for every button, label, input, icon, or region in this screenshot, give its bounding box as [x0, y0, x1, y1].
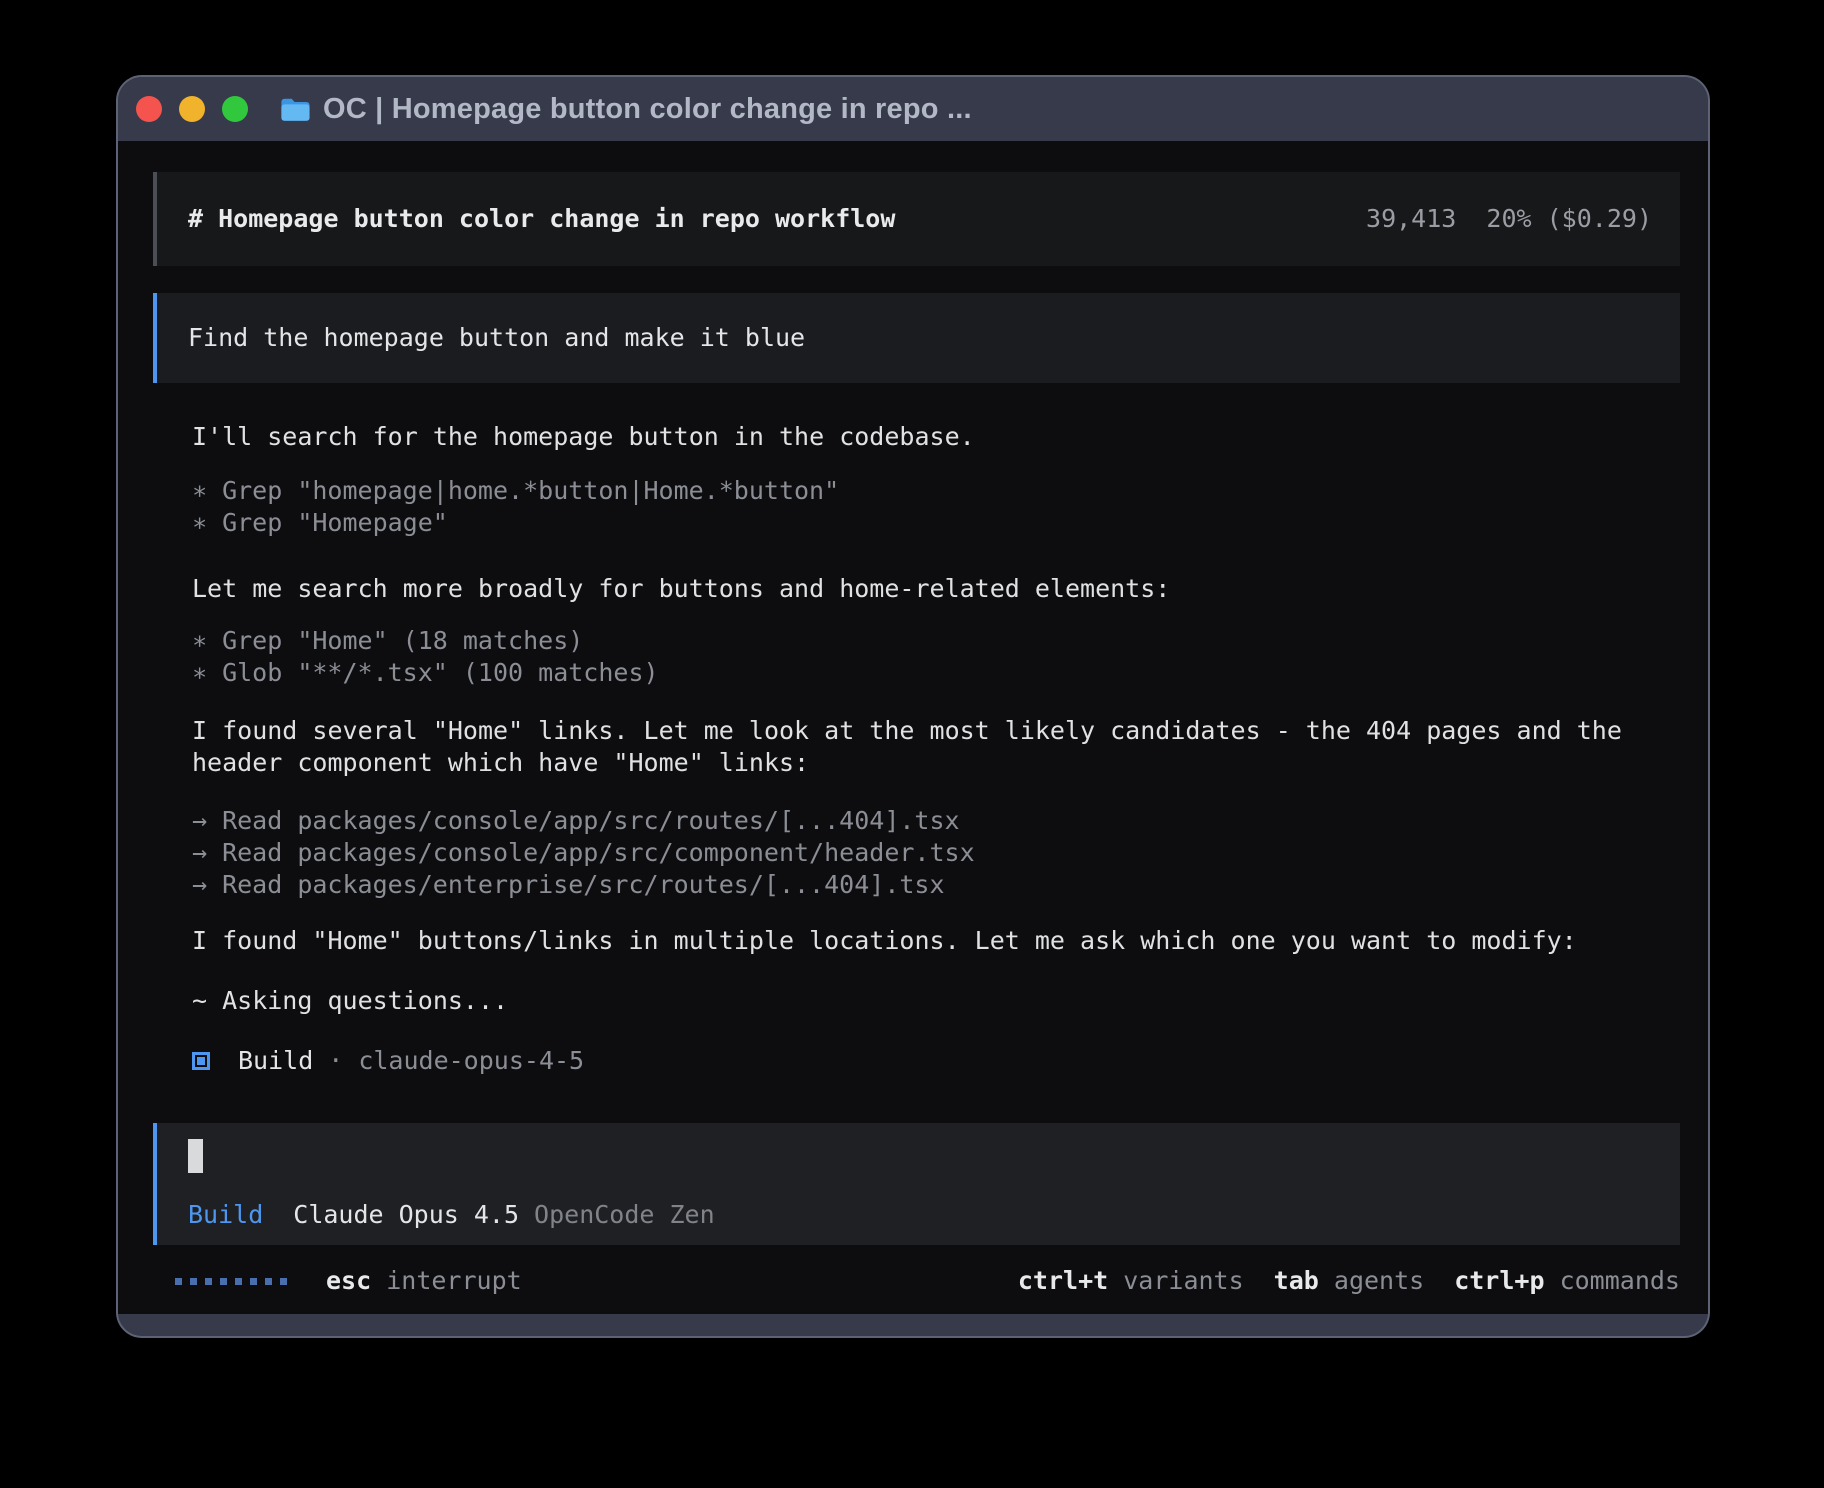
bullet-icon: ∗	[192, 507, 207, 539]
assistant-text: I found several "Home" links. Let me loo…	[192, 715, 1684, 779]
title-group: OC | Homepage button color change in rep…	[280, 93, 972, 126]
square-icon	[192, 1052, 210, 1070]
user-message: Find the homepage button and make it blu…	[153, 293, 1680, 383]
session-header: # Homepage button color change in repo w…	[153, 172, 1680, 266]
provider-name: OpenCode Zen	[534, 1199, 715, 1231]
tool-call-text: Read packages/console/app/src/routes/[..…	[222, 805, 960, 837]
bullet-icon: ∗	[192, 625, 207, 657]
minimize-button[interactable]	[179, 96, 205, 122]
tool-call-text: Read packages/enterprise/src/routes/[...…	[222, 869, 944, 901]
window-titlebar[interactable]: OC | Homepage button color change in rep…	[118, 77, 1708, 141]
tool-call-text: Grep "homepage|home.*button|Home.*button…	[222, 475, 839, 507]
mode-label: Build	[188, 1199, 263, 1231]
window-title: OC | Homepage button color change in rep…	[323, 93, 972, 126]
model-name: Claude Opus 4.5	[293, 1199, 519, 1231]
tool-call-text: Glob "**/*.tsx" (100 matches)	[222, 657, 659, 689]
tool-call-line: ∗ Grep "homepage|home.*button|Home.*butto…	[192, 475, 1684, 507]
status-bar: esc interrupt ctrl+t variants tab agents…	[153, 1263, 1680, 1299]
tool-call-text: Grep "Home" (18 matches)	[222, 625, 583, 657]
text-cursor	[188, 1139, 203, 1173]
assistant-text: Let me search more broadly for buttons a…	[192, 573, 1684, 605]
status-bar-right: ctrl+t variants tab agents ctrl+p comman…	[988, 1265, 1680, 1297]
tool-call-line: → Read packages/enterprise/src/routes/[..…	[192, 869, 1684, 901]
tool-call-line: ∗ Grep "Homepage"	[192, 507, 1684, 539]
hint-interrupt: esc interrupt	[326, 1265, 522, 1297]
traffic-lights	[136, 96, 265, 122]
bullet-icon: ∗	[192, 475, 207, 507]
agent-status-line: Build · claude-opus-4-5	[192, 1045, 1684, 1077]
agent-name: Build	[238, 1045, 313, 1077]
hint-agents: tab agents	[1274, 1265, 1425, 1297]
agent-model: claude-opus-4-5	[358, 1045, 584, 1077]
tool-call-group: ∗ Grep "homepage|home.*button|Home.*butto…	[192, 475, 1684, 539]
dots-spinner-icon	[175, 1278, 295, 1285]
tool-call-group: ∗ Grep "Home" (18 matches) ∗ Glob "**/*.ts…	[192, 625, 1684, 689]
user-message-text: Find the homepage button and make it blu…	[188, 322, 805, 354]
tool-call-text: Grep "Homepage"	[222, 507, 448, 539]
status-text: ~ Asking questions...	[192, 985, 1684, 1017]
assistant-text: I found "Home" buttons/links in multiple…	[192, 925, 1684, 957]
hint-variants: ctrl+t variants	[1018, 1265, 1244, 1297]
prompt-input[interactable]: Build Claude Opus 4.5 OpenCode Zen	[153, 1123, 1680, 1245]
session-title: # Homepage button color change in repo w…	[188, 203, 895, 235]
arrow-right-icon: →	[192, 869, 207, 901]
dot-separator: ·	[328, 1045, 343, 1077]
folder-icon	[280, 96, 310, 122]
terminal-window: OC | Homepage button color change in rep…	[116, 75, 1710, 1338]
tool-call-line: ∗ Glob "**/*.tsx" (100 matches)	[192, 657, 1684, 689]
tool-call-line: → Read packages/console/app/src/routes/[.…	[192, 805, 1684, 837]
assistant-text: I'll search for the homepage button in t…	[192, 421, 1684, 453]
session-stats: 39,413 20% ($0.29)	[1366, 203, 1652, 235]
tool-call-group: → Read packages/console/app/src/routes/[.…	[192, 805, 1684, 901]
terminal-content: # Homepage button color change in repo w…	[118, 141, 1708, 1314]
bullet-icon: ∗	[192, 657, 207, 689]
zoom-button[interactable]	[222, 96, 248, 122]
tool-call-text: Read packages/console/app/src/component/…	[222, 837, 975, 869]
status-bar-left: esc interrupt	[175, 1265, 522, 1297]
hint-commands: ctrl+p commands	[1454, 1265, 1680, 1297]
tool-call-line: ∗ Grep "Home" (18 matches)	[192, 625, 1684, 657]
arrow-right-icon: →	[192, 837, 207, 869]
input-status-row: Build Claude Opus 4.5 OpenCode Zen	[188, 1199, 1652, 1231]
tool-call-line: → Read packages/console/app/src/component…	[192, 837, 1684, 869]
arrow-right-icon: →	[192, 805, 207, 837]
close-button[interactable]	[136, 96, 162, 122]
